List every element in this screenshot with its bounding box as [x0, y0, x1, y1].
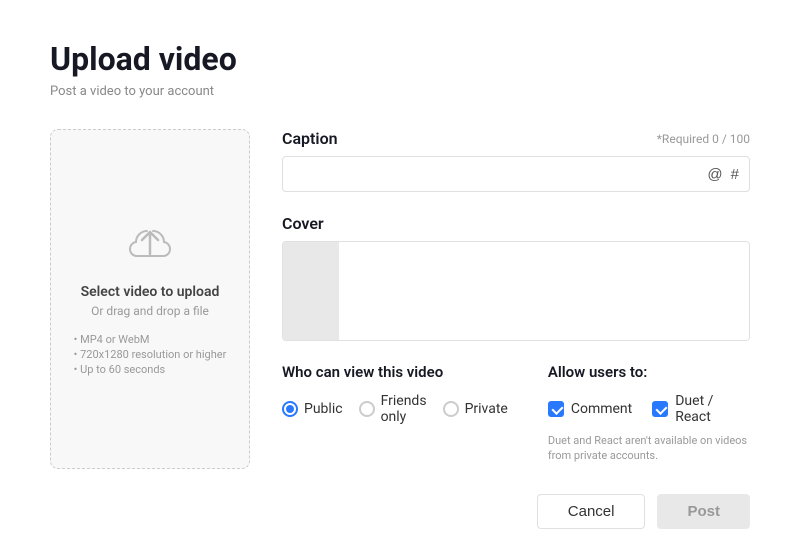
upload-requirements: MP4 or WebM 720x1280 resolution or highe… [74, 332, 227, 377]
caption-section: Caption *Required 0 / 100 @ # [282, 129, 750, 192]
hashtag-button[interactable]: # [731, 167, 739, 182]
upload-title: Select video to upload [81, 284, 220, 300]
page-subtitle: Post a video to your account [50, 84, 750, 99]
checkbox-duet[interactable]: Duet / React [652, 393, 750, 425]
radio-public-label: Public [304, 401, 343, 417]
checkbox-duet-input[interactable] [652, 401, 668, 417]
radio-friends-label: Friends only [381, 393, 427, 425]
checkbox-group: Comment Duet / React [548, 393, 750, 425]
mention-button[interactable]: @ [707, 167, 722, 182]
checkbox-comment-input[interactable] [548, 401, 564, 417]
radio-private-input[interactable] [443, 401, 459, 417]
radio-friends-input[interactable] [359, 401, 375, 417]
cover-label: Cover [282, 214, 324, 233]
radio-public-input[interactable] [282, 401, 298, 417]
caption-label: Caption [282, 129, 338, 148]
post-button[interactable]: Post [657, 494, 750, 529]
form-area: Caption *Required 0 / 100 @ # Cover [282, 129, 750, 529]
radio-private-label: Private [465, 401, 508, 417]
radio-friends[interactable]: Friends only [359, 393, 427, 425]
requirement-item: Up to 60 seconds [74, 362, 227, 377]
cover-header: Cover [282, 214, 750, 233]
cover-area[interactable] [282, 241, 750, 341]
cover-section: Cover [282, 214, 750, 341]
footer-actions: Cancel Post [282, 494, 750, 529]
privacy-note: Duet and React aren't available on video… [548, 433, 750, 464]
caption-icon-group: @ # [707, 167, 739, 182]
cancel-button[interactable]: Cancel [537, 494, 646, 529]
page-title: Upload video [50, 40, 750, 78]
checkbox-comment[interactable]: Comment [548, 401, 632, 417]
radio-public[interactable]: Public [282, 401, 343, 417]
caption-input[interactable] [283, 157, 749, 191]
caption-header: Caption *Required 0 / 100 [282, 129, 750, 148]
upload-icon [125, 222, 175, 272]
upload-subtitle: Or drag and drop a file [91, 304, 209, 318]
requirement-item: MP4 or WebM [74, 332, 227, 347]
cover-slider[interactable] [339, 242, 749, 340]
caption-meta: *Required 0 / 100 [657, 132, 750, 146]
allow-users-group: Allow users to: Comment Duet / React Due… [548, 363, 750, 464]
visibility-group: Who can view this video Public Friends o… [282, 363, 508, 464]
upload-zone[interactable]: Select video to upload Or drag and drop … [50, 129, 250, 469]
bottom-options: Who can view this video Public Friends o… [282, 363, 750, 464]
allow-users-label: Allow users to: [548, 363, 750, 381]
requirement-item: 720x1280 resolution or higher [74, 347, 227, 362]
caption-input-wrapper[interactable]: @ # [282, 156, 750, 192]
checkbox-comment-label: Comment [571, 401, 632, 417]
cover-thumbnail [283, 242, 339, 340]
checkbox-duet-label: Duet / React [675, 393, 750, 425]
visibility-label: Who can view this video [282, 363, 508, 381]
radio-group: Public Friends only Private [282, 393, 508, 425]
radio-private[interactable]: Private [443, 401, 508, 417]
